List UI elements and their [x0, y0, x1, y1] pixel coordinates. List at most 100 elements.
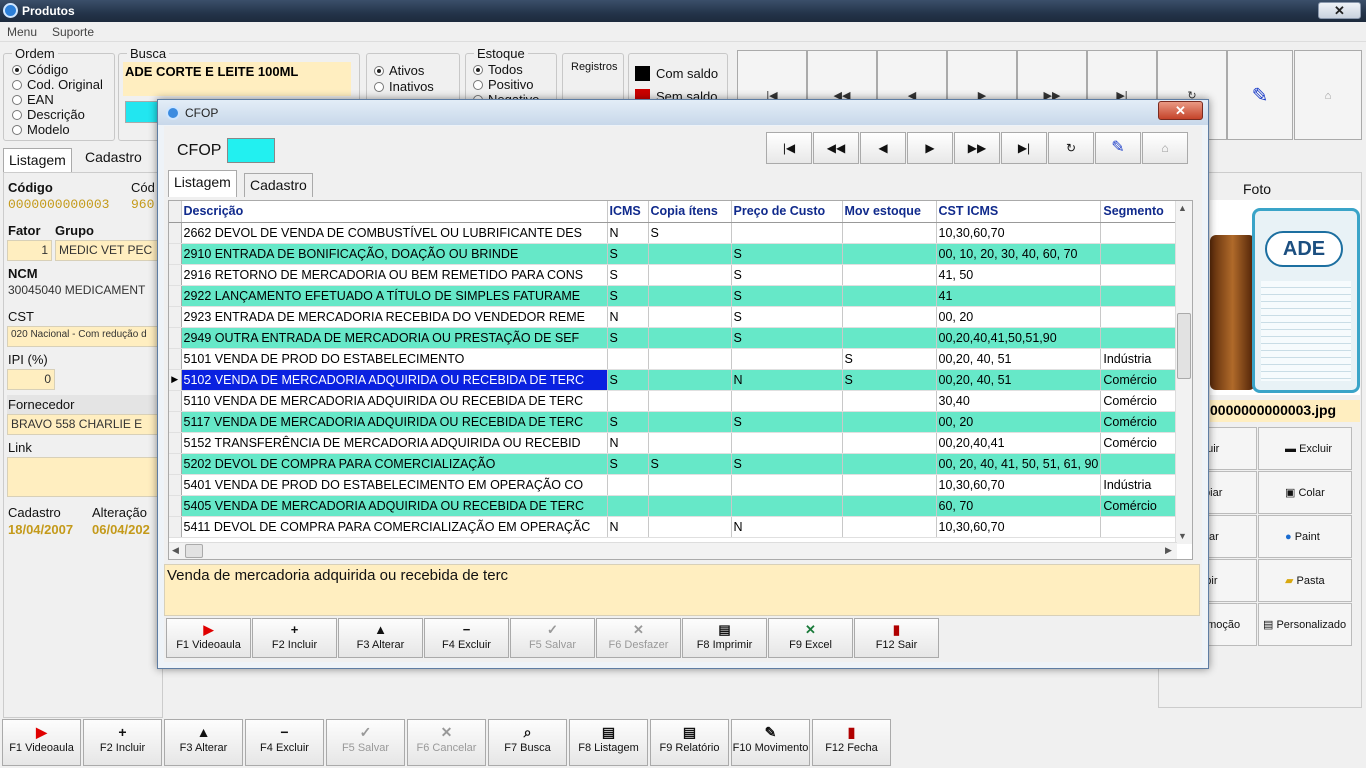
imprimir-button[interactable]: ▤ F8 Imprimir	[682, 618, 767, 658]
cell-preco-custo[interactable]: S	[731, 411, 843, 433]
fornecedor-field[interactable]: BRAVO 558 CHARLIE E	[7, 414, 159, 435]
cell-segmento[interactable]	[1100, 327, 1180, 349]
cell-icms[interactable]: S	[607, 264, 649, 286]
table-row[interactable]: 2910 ENTRADA DE BONIFICAÇÃO, DOAÇÃO OU B…	[169, 243, 1180, 265]
cst-field[interactable]: 020 Nacional - Com redução d	[7, 326, 159, 347]
table-row[interactable]: 2662 DEVOL DE VENDA DE COMBUSTÍVEL OU LU…	[169, 222, 1180, 244]
description-memo[interactable]: Venda de mercadoria adquirida ou recebid…	[164, 564, 1200, 616]
row-indicator[interactable]	[169, 390, 182, 412]
main-busca-button[interactable]: ⌕ F7 Busca	[488, 719, 567, 766]
main-relatorio-button[interactable]: ▤ F9 Relatório	[650, 719, 729, 766]
table-row[interactable]: 2916 RETORNO DE MERCADORIA OU BEM REMETI…	[169, 264, 1180, 286]
cell-segmento[interactable]: Comércio	[1100, 390, 1180, 412]
next-page-button[interactable]: ▶▶	[954, 132, 1000, 164]
cell-descricao[interactable]: 2949 OUTRA ENTRADA DE MERCADORIA OU PRES…	[181, 327, 608, 349]
cell-descricao[interactable]: 5405 VENDA DE MERCADORIA ADQUIRIDA OU RE…	[181, 495, 608, 517]
main-listagem-button[interactable]: ▤ F8 Listagem	[569, 719, 648, 766]
incluir-button[interactable]: + F2 Incluir	[252, 618, 337, 658]
cfop-tab-cadastro[interactable]: Cadastro	[244, 173, 313, 197]
horizontal-scroll-thumb[interactable]	[185, 544, 203, 558]
table-row[interactable]: 5110 VENDA DE MERCADORIA ADQUIRIDA OU RE…	[169, 390, 1180, 412]
cell-mov-estoque[interactable]	[842, 285, 937, 307]
cell-copia-itens[interactable]	[648, 495, 732, 517]
row-indicator[interactable]	[169, 264, 182, 286]
cell-descricao[interactable]: 5110 VENDA DE MERCADORIA ADQUIRIDA OU RE…	[181, 390, 608, 412]
cell-copia-itens[interactable]	[648, 390, 732, 412]
cell-icms[interactable]: S	[607, 453, 649, 475]
cell-mov-estoque[interactable]	[842, 327, 937, 349]
cell-copia-itens[interactable]: S	[648, 222, 732, 244]
column-header-cst-icms[interactable]: CST ICMS	[936, 201, 1102, 223]
cell-segmento[interactable]: Comércio	[1100, 411, 1180, 433]
cell-cst-icms[interactable]: 00, 10, 20, 30, 40, 60, 70	[936, 243, 1102, 265]
cell-mov-estoque[interactable]	[842, 495, 937, 517]
cell-mov-estoque[interactable]	[842, 453, 937, 475]
cell-mov-estoque[interactable]: S	[842, 369, 937, 391]
cell-copia-itens[interactable]	[648, 264, 732, 286]
ordem-codigo-radio[interactable]: Código	[12, 62, 68, 77]
cell-preco-custo[interactable]: S	[731, 453, 843, 475]
cell-icms[interactable]: N	[607, 516, 649, 538]
cell-cst-icms[interactable]: 00, 20	[936, 411, 1102, 433]
main-tab-listagem[interactable]: Listagem	[3, 148, 72, 172]
scroll-down-arrow[interactable]: ▼	[1178, 531, 1187, 541]
salvar-button[interactable]: ✓ F5 Salvar	[510, 618, 595, 658]
main-videoaula-button[interactable]: ▶ F1 Videoaula	[2, 719, 81, 766]
cell-preco-custo[interactable]	[731, 432, 843, 454]
cell-cst-icms[interactable]: 00,20,40,41,50,51,90	[936, 327, 1102, 349]
cell-cst-icms[interactable]: 00,20,40,41	[936, 432, 1102, 454]
cell-icms[interactable]: S	[607, 327, 649, 349]
table-row[interactable]: 5117 VENDA DE MERCADORIA ADQUIRIDA OU RE…	[169, 411, 1180, 433]
cell-copia-itens[interactable]	[648, 474, 732, 496]
main-salvar-button[interactable]: ✓ F5 Salvar	[326, 719, 405, 766]
cell-cst-icms[interactable]: 00, 20, 40, 41, 50, 51, 61, 90	[936, 453, 1102, 475]
cell-mov-estoque[interactable]	[842, 243, 937, 265]
cell-preco-custo[interactable]	[731, 495, 843, 517]
table-row[interactable]: 5101 VENDA DE PROD DO ESTABELECIMENTO S 00…	[169, 348, 1180, 370]
row-indicator[interactable]	[169, 516, 182, 538]
main-fecha-button[interactable]: ▮ F12 Fecha	[812, 719, 891, 766]
cell-segmento[interactable]: Comércio	[1100, 432, 1180, 454]
main-goto-button[interactable]: ⌂	[1294, 50, 1362, 140]
cell-descricao[interactable]: 5401 VENDA DE PROD DO ESTABELECIMENTO EM…	[181, 474, 608, 496]
scroll-right-arrow[interactable]: ▶	[1165, 545, 1172, 556]
cell-preco-custo[interactable]	[731, 222, 843, 244]
cell-segmento[interactable]	[1100, 264, 1180, 286]
cell-segmento[interactable]	[1100, 222, 1180, 244]
cell-cst-icms[interactable]: 00,20, 40, 51	[936, 348, 1102, 370]
first-record-button[interactable]: |◀	[766, 132, 812, 164]
cell-descricao[interactable]: 2922 LANÇAMENTO EFETUADO A TÍTULO DE SIM…	[181, 285, 608, 307]
ipi-field[interactable]: 0	[7, 369, 55, 390]
edit-button[interactable]: ✎	[1095, 132, 1141, 164]
cell-icms[interactable]: N	[607, 432, 649, 454]
current-row-indicator[interactable]: ▶	[169, 369, 182, 391]
cell-icms[interactable]: S	[607, 411, 649, 433]
row-indicator[interactable]	[169, 327, 182, 349]
cell-cst-icms[interactable]: 00, 20	[936, 306, 1102, 328]
cell-segmento[interactable]: Comércio	[1100, 495, 1180, 517]
busca-value[interactable]: ADE CORTE E LEITE 100ML	[123, 62, 351, 96]
main-alterar-button[interactable]: ▲ F3 Alterar	[164, 719, 243, 766]
ordem-descricao-radio[interactable]: Descrição	[12, 107, 85, 122]
main-tab-cadastro[interactable]: Cadastro	[80, 146, 147, 170]
excluir-button[interactable]: − F4 Excluir	[424, 618, 509, 658]
ordem-cod-original-radio[interactable]: Cod. Original	[12, 77, 103, 92]
next-record-button[interactable]: ▶	[907, 132, 953, 164]
cell-icms[interactable]	[607, 348, 649, 370]
row-indicator[interactable]	[169, 306, 182, 328]
row-indicator[interactable]	[169, 495, 182, 517]
desfazer-button[interactable]: ✕ F6 Desfazer	[596, 618, 681, 658]
cell-copia-itens[interactable]	[648, 432, 732, 454]
cell-preco-custo[interactable]: S	[731, 285, 843, 307]
cell-descricao[interactable]: 2910 ENTRADA DE BONIFICAÇÃO, DOAÇÃO OU B…	[181, 243, 608, 265]
cell-icms[interactable]: S	[607, 243, 649, 265]
cell-copia-itens[interactable]: S	[648, 453, 732, 475]
vertical-scroll-thumb[interactable]	[1177, 313, 1191, 379]
ordem-ean-radio[interactable]: EAN	[12, 92, 54, 107]
row-indicator[interactable]	[169, 432, 182, 454]
cell-preco-custo[interactable]	[731, 390, 843, 412]
cell-preco-custo[interactable]	[731, 474, 843, 496]
cell-mov-estoque[interactable]	[842, 390, 937, 412]
main-close-button[interactable]: ✕	[1318, 2, 1361, 19]
cell-mov-estoque[interactable]	[842, 474, 937, 496]
